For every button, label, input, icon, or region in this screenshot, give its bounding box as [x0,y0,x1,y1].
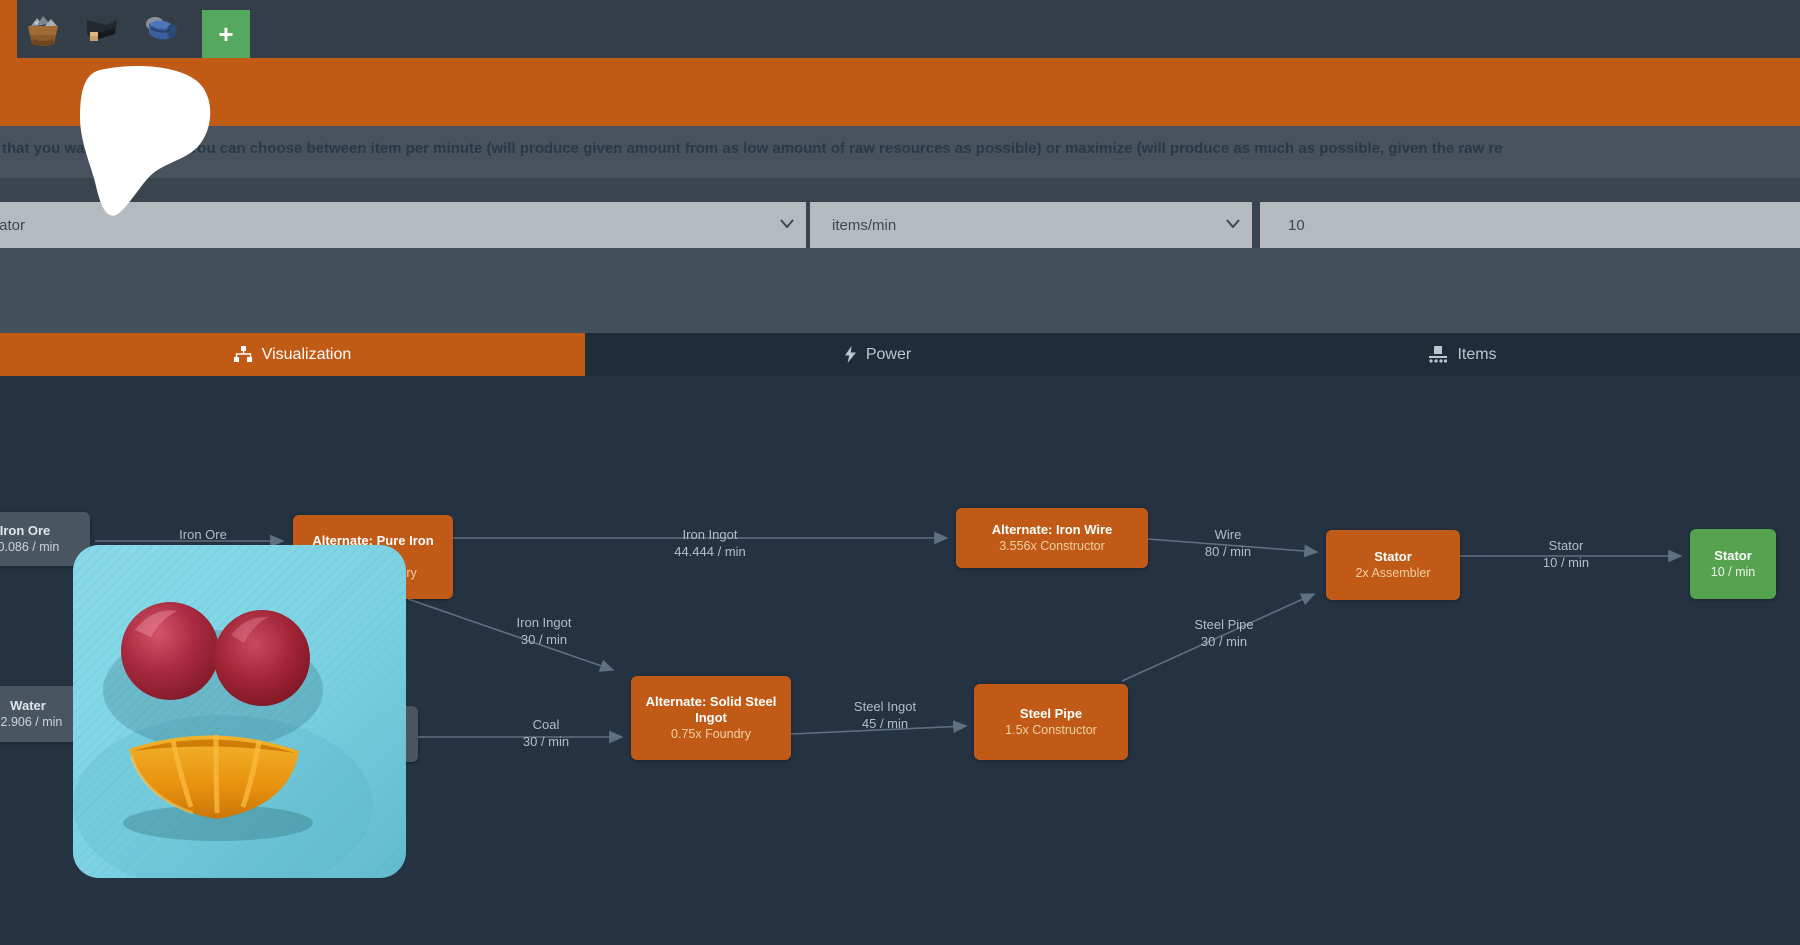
node-title: Alternate: Iron Wire [992,522,1113,538]
node-rate: 40.086 / min [0,539,59,555]
node-title: Iron Ore [0,523,50,539]
edge-label-iron-ingot-steel: Iron Ingot30 / min [498,614,590,648]
node-stator[interactable]: Stator 2x Assembler [1326,530,1460,600]
app-screen: + that you want to produce. You can choo… [0,0,1800,945]
node-solid-steel-ingot[interactable]: Alternate: Solid Steel Ingot 0.75x Found… [631,676,791,760]
node-machines: 1.5x Constructor [1005,722,1097,738]
edge-label-steel-pipe: Steel Pipe30 / min [1176,616,1272,650]
node-title: Stator [1374,549,1412,565]
node-steel-pipe[interactable]: Steel Pipe 1.5x Constructor [974,684,1128,760]
node-machines: 0.75x Foundry [671,726,751,742]
edge-label-iron-ingot: Iron Ingot44.444 / min [662,526,758,560]
node-rate: 22.906 / min [0,714,62,730]
edge-label-stator: Stator10 / min [1520,537,1612,571]
node-machines: 3.556x Constructor [999,538,1105,554]
edge-label-wire: Wire80 / min [1183,526,1273,560]
gummy-candy-image [73,545,406,878]
node-iron-wire[interactable]: Alternate: Iron Wire 3.556x Constructor [956,508,1148,568]
edge-label-coal: Coal30 / min [500,716,592,750]
gummy-candy-photo-overlay [73,545,406,878]
node-title: Steel Pipe [1020,706,1082,722]
node-title: Water [10,698,46,714]
node-title: Alternate: Solid Steel Ingot [639,694,783,726]
edge-label-steel-ingot: Steel Ingot45 / min [836,698,934,732]
white-blob-overlay [76,64,218,222]
node-rate: 10 / min [1711,564,1755,580]
node-stator-output[interactable]: Stator 10 / min [1690,529,1776,599]
node-machines: 2x Assembler [1355,565,1430,581]
node-water[interactable]: Water 22.906 / min [0,686,78,742]
node-title: Stator [1714,548,1752,564]
